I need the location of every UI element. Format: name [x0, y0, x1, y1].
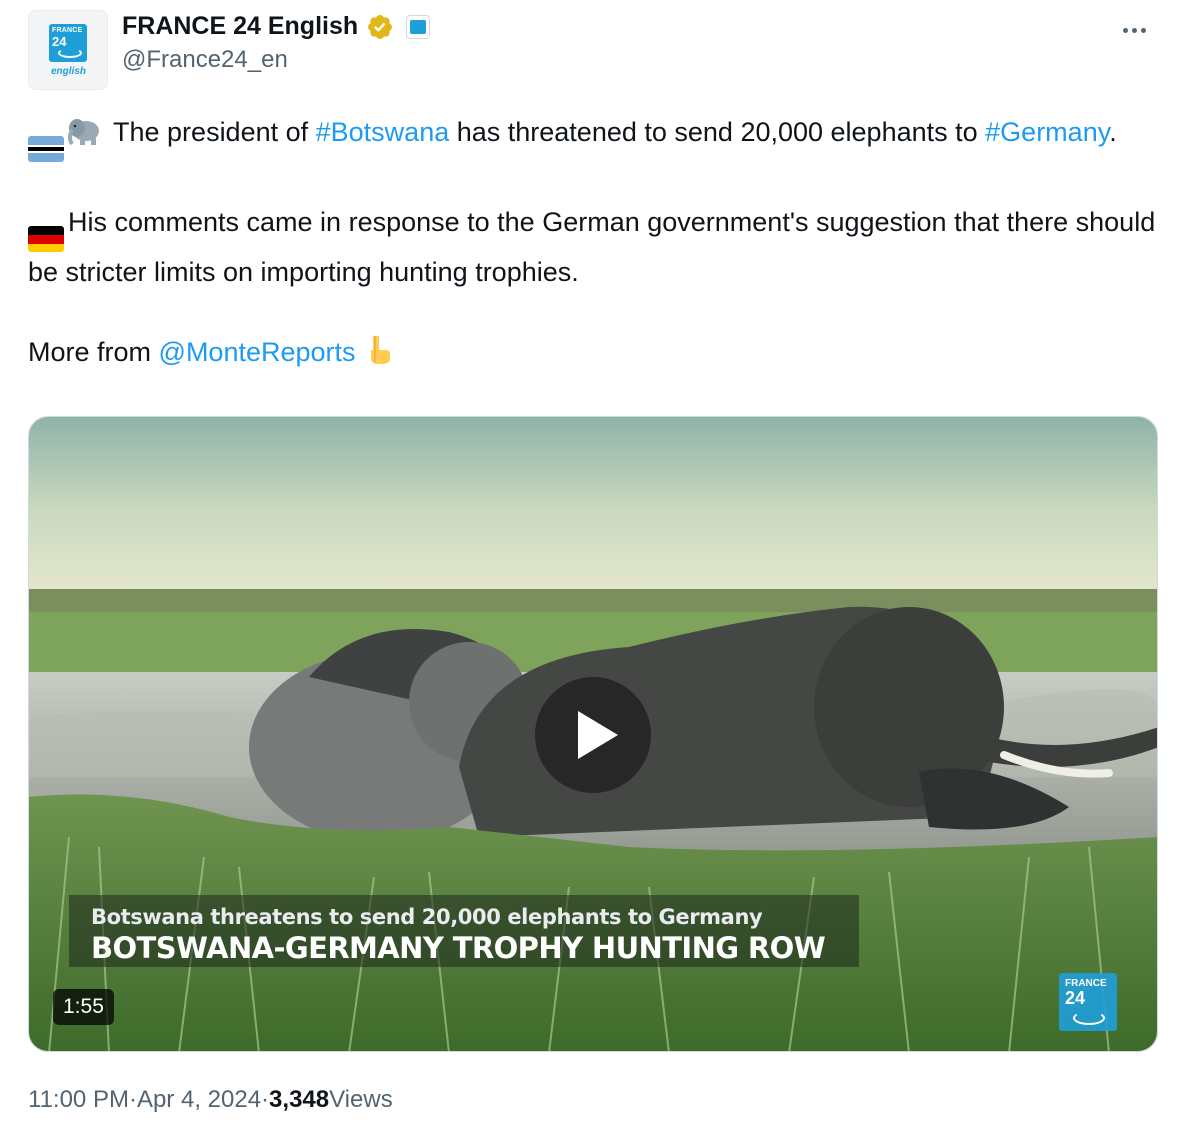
video-caption-title: BOTSWANA-GERMANY TROPHY HUNTING ROW — [91, 931, 826, 965]
verified-badge-icon[interactable] — [366, 13, 394, 41]
tweet-p1-prefix: The president of — [106, 117, 316, 147]
video-duration-badge: 1:55 — [53, 989, 114, 1025]
botswana-flag-icon — [28, 136, 64, 162]
pointing-down-icon — [370, 336, 390, 365]
hashtag-botswana-link[interactable]: #Botswana — [316, 117, 450, 147]
more-options-icon[interactable] — [1114, 20, 1154, 40]
tweet-text: The president of #Botswana has threatene… — [28, 112, 1163, 412]
affiliate-badge-icon[interactable] — [406, 14, 431, 39]
mention-montereports-link[interactable]: @MonteReports — [159, 337, 356, 367]
views-count: 3,348 — [269, 1086, 330, 1113]
tweet-p1-mid: has threatened to send 20,000 elephants … — [449, 117, 986, 147]
video-caption-subtitle: Botswana threatens to send 20,000 elepha… — [91, 905, 763, 929]
tweet-p1-suffix: . — [1109, 117, 1117, 147]
play-icon — [578, 711, 618, 759]
play-button[interactable] — [535, 677, 651, 793]
avatar-text-bottom: english — [51, 66, 87, 77]
germany-flag-icon — [28, 226, 64, 253]
tweet-date[interactable]: Apr 4, 2024 — [137, 1086, 261, 1114]
author-name-row: FRANCE 24 English — [122, 12, 431, 41]
avatar-text-num: 24 — [52, 34, 67, 49]
tweet-paragraph-3: More from @MonteReports — [28, 332, 1163, 372]
video-player[interactable]: Botswana threatens to send 20,000 elepha… — [28, 416, 1158, 1052]
meta-separator: · — [261, 1086, 270, 1113]
author-display-name[interactable]: FRANCE 24 English — [122, 12, 358, 41]
hashtag-germany-link[interactable]: #Germany — [985, 117, 1109, 147]
france24-logo-watermark: FRANCE 24 — [1059, 973, 1117, 1031]
meta-separator: · — [128, 1086, 137, 1113]
avatar[interactable]: FRANCE 24 english — [28, 10, 108, 90]
tweet-paragraph-2: His comments came in response to the Ger… — [28, 202, 1163, 292]
author-handle[interactable]: @France24_en — [122, 46, 288, 74]
logo-text-num: 24 — [1065, 988, 1086, 1008]
tweet-meta: 11:00 PM · Apr 4, 2024 · 3,348 Views — [28, 1086, 393, 1114]
avatar-text-top: FRANCE — [52, 27, 83, 34]
tweet-p3-prefix: More from — [28, 337, 159, 368]
tweet-paragraph-1: The president of #Botswana has threatene… — [28, 112, 1163, 162]
elephant-icon — [68, 119, 99, 146]
tweet-p2-text: His comments came in response to the Ger… — [28, 207, 1156, 288]
views-label: Views — [329, 1086, 393, 1113]
tweet-time[interactable]: 11:00 PM — [28, 1086, 129, 1114]
